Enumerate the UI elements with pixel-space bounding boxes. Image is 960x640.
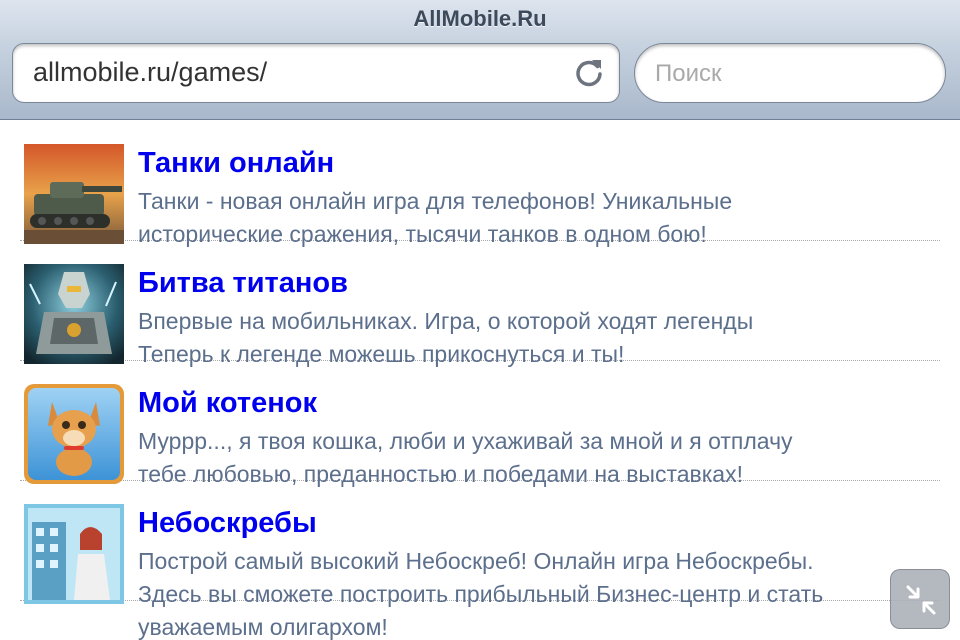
address-bar[interactable]: allmobile.ru/games/: [12, 43, 620, 103]
search-input[interactable]: [653, 54, 927, 94]
description-line: Впервые на мобильниках. Игра, о которой …: [138, 308, 754, 334]
page-title: AllMobile.Ru: [413, 6, 547, 31]
titan-game-thumbnail[interactable]: [24, 264, 124, 364]
games-list: Танки онлайн Танки - новая онлайн игра д…: [20, 121, 940, 640]
game-description: Построй самый высокий Небоскреб! Онлайн …: [138, 545, 938, 640]
kitten-game-thumbnail[interactable]: [24, 384, 124, 484]
page-content: Танки онлайн Танки - новая онлайн игра д…: [0, 121, 960, 640]
tank-game-thumbnail[interactable]: [24, 144, 124, 244]
game-title-link[interactable]: Битва титанов: [138, 267, 348, 300]
description-line: Муррр..., я твоя кошка, люби и ухаживай …: [138, 428, 793, 454]
list-item[interactable]: Небоскребы Построй самый высокий Небоскр…: [20, 481, 940, 640]
browser-toolbar: AllMobile.Ru allmobile.ru/games/: [0, 0, 960, 120]
list-item[interactable]: Танки онлайн Танки - новая онлайн игра д…: [20, 121, 940, 247]
list-item[interactable]: Мой котенок Муррр..., я твоя кошка, люби…: [20, 361, 940, 487]
url-text[interactable]: allmobile.ru/games/: [33, 57, 267, 88]
reload-icon[interactable]: [573, 57, 605, 89]
description-line: Здесь вы сможете построить прибыльный Би…: [138, 581, 824, 607]
exit-fullscreen-icon: [906, 585, 936, 615]
description-line: Танки - новая онлайн игра для телефонов!…: [138, 188, 733, 214]
search-field[interactable]: [634, 43, 946, 103]
description-line: уважаемым олигархом!: [138, 614, 388, 640]
game-title-link[interactable]: Танки онлайн: [138, 147, 334, 180]
game-title-link[interactable]: Мой котенок: [138, 387, 317, 420]
game-title-link[interactable]: Небоскребы: [138, 507, 317, 540]
description-line: Построй самый высокий Небоскреб! Онлайн …: [138, 548, 814, 574]
list-item[interactable]: Битва титанов Впервые на мобильниках. Иг…: [20, 241, 940, 367]
skyscraper-game-thumbnail[interactable]: [24, 504, 124, 604]
exit-fullscreen-button[interactable]: [890, 569, 950, 629]
